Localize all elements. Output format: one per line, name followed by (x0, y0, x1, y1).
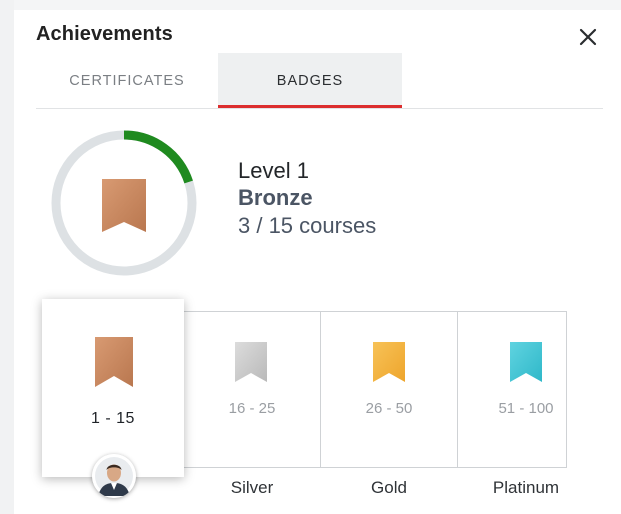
badge-range: 1 - 15 (91, 410, 135, 427)
badge-range: 51 - 100 (498, 400, 554, 417)
window-edge-top (0, 0, 621, 10)
ribbon-badge-icon (235, 342, 267, 382)
tier-name-gold: Gold (371, 478, 407, 497)
page-title: Achievements (36, 23, 173, 45)
tabs-divider (36, 108, 603, 109)
tier-label: Bronze (238, 185, 313, 210)
window-edge-left (0, 0, 14, 514)
badge-tier-bronze[interactable] (42, 299, 184, 477)
badge-tier-silver[interactable]: 16 - 25 (184, 311, 320, 467)
close-icon[interactable] (577, 26, 599, 48)
tier-name-platinum: Platinum (492, 478, 560, 497)
tab-badges[interactable]: BADGES (218, 53, 402, 109)
ribbon-badge-icon (95, 337, 133, 387)
ribbon-badge-icon (373, 342, 405, 382)
user-avatar (92, 454, 136, 498)
tier-name-silver: Silver (230, 478, 274, 497)
ribbon-badge-icon (102, 179, 146, 232)
progress-ring-arc (123, 130, 193, 184)
ribbon-badge-icon (510, 342, 542, 382)
badge-tier-gold[interactable]: 26 - 50 (321, 311, 457, 467)
badge-range: 16 - 25 (228, 400, 276, 417)
achievements-panel: Achievements CERTIFICATES BADGES Level 1… (0, 0, 621, 514)
progress-ring (51, 130, 197, 276)
badge-tier-platinum[interactable]: 51 - 100 (458, 311, 566, 467)
courses-count: 3 / 15 courses (238, 213, 377, 238)
person-photo-icon (92, 454, 136, 498)
level-label: Level 1 (238, 158, 309, 183)
badge-range: 26 - 50 (365, 400, 413, 417)
tab-certificates[interactable]: CERTIFICATES (36, 53, 218, 109)
